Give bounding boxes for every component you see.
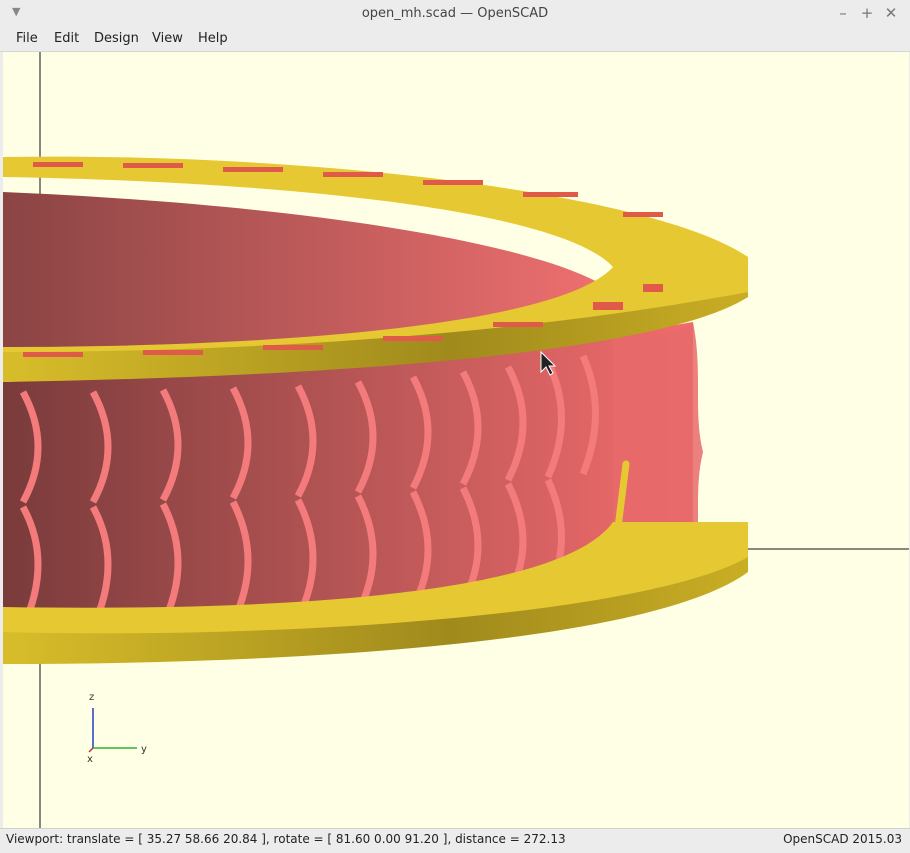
close-button[interactable]: ✕: [881, 4, 901, 22]
status-bar: Viewport: translate = [ 35.27 58.66 20.8…: [0, 828, 910, 853]
menu-help[interactable]: Help: [196, 31, 230, 46]
maximize-button[interactable]: +: [857, 4, 877, 22]
axis-y-label: y: [141, 744, 147, 755]
menu-edit[interactable]: Edit: [52, 31, 81, 46]
menu-bar: File Edit Design View Help: [0, 28, 910, 52]
menu-design[interactable]: Design: [92, 31, 141, 46]
version-label: OpenSCAD 2015.03: [783, 832, 902, 846]
minimize-button[interactable]: –: [833, 4, 853, 22]
viewport-status: Viewport: translate = [ 35.27 58.66 20.8…: [6, 832, 566, 846]
axis-indicator: z y x: [87, 692, 147, 765]
axis-x-label: x: [87, 754, 93, 765]
3d-viewport[interactable]: z y x: [3, 52, 909, 828]
model-render: z y x: [3, 52, 909, 828]
menu-file[interactable]: File: [14, 31, 40, 46]
axis-z-label: z: [89, 692, 94, 703]
window-title: open_mh.scad — OpenSCAD: [361, 6, 549, 21]
menu-view[interactable]: View: [150, 31, 185, 46]
title-bar: ▼ open_mh.scad — OpenSCAD – + ✕: [0, 0, 910, 28]
